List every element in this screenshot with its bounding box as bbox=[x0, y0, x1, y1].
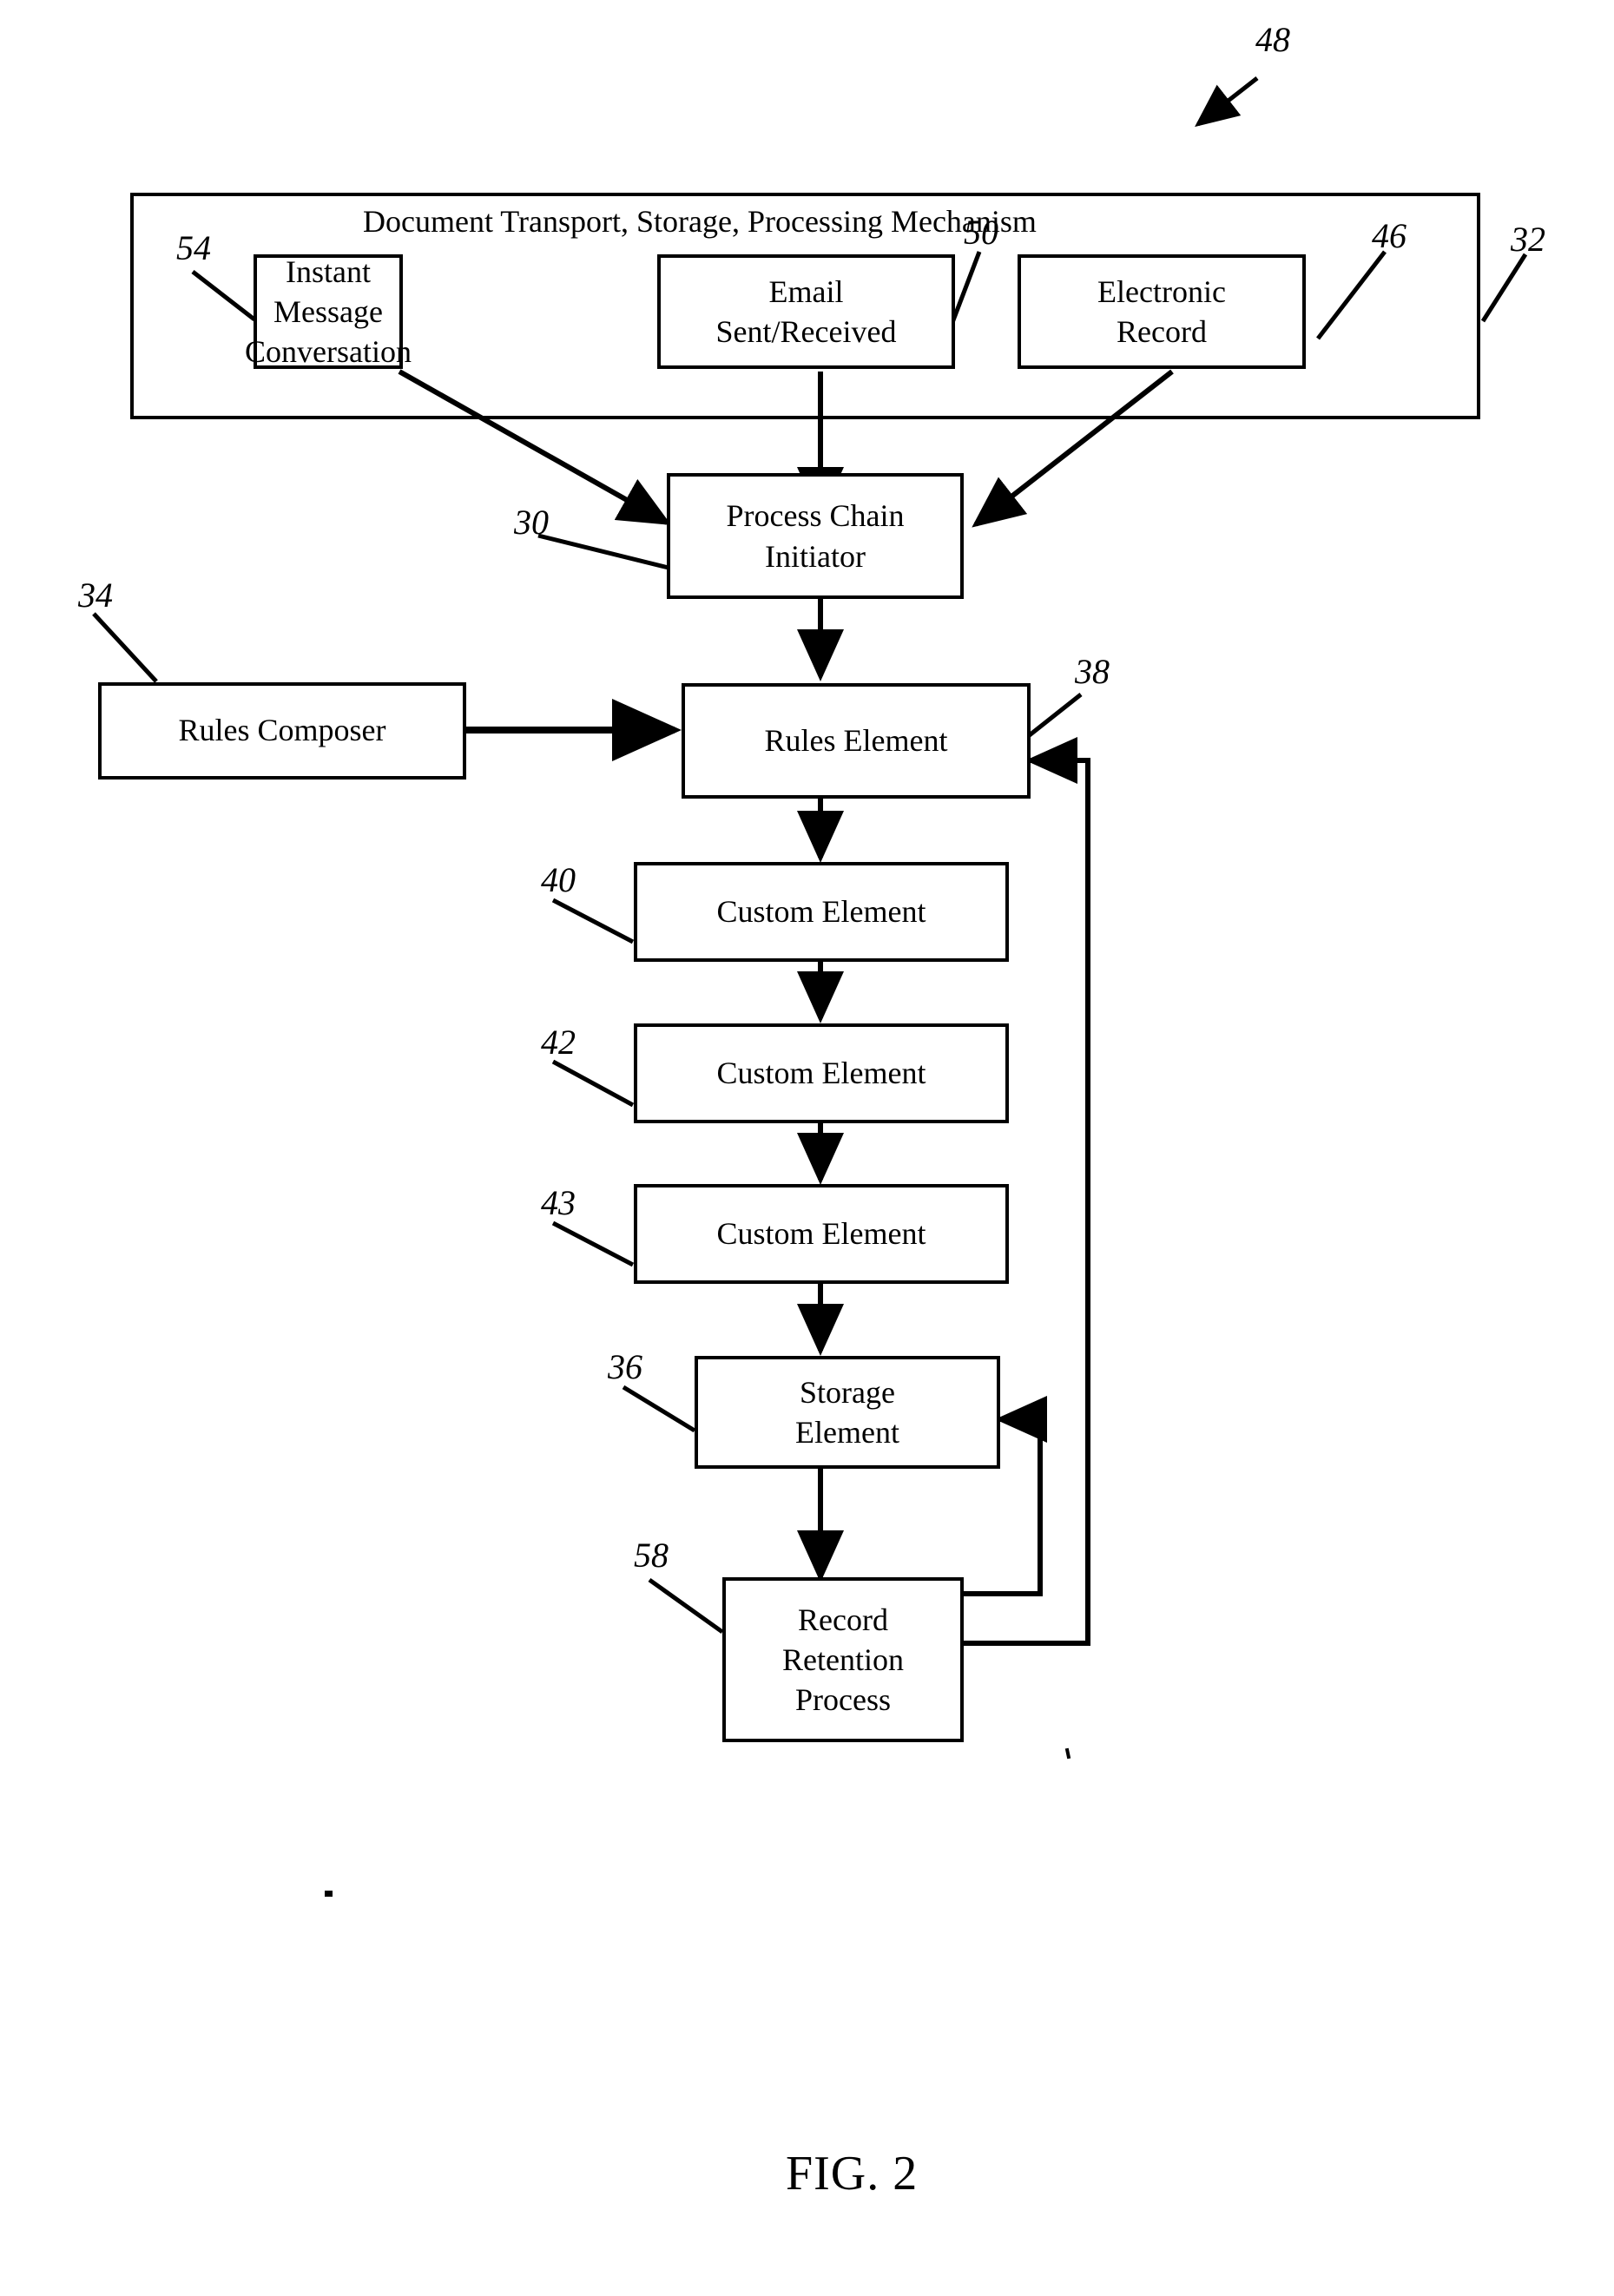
node-label-line2: Sent/Received bbox=[715, 314, 897, 349]
scan-speck-2 bbox=[325, 1891, 333, 1897]
leader-36 bbox=[622, 1385, 696, 1433]
leader-42 bbox=[551, 1059, 635, 1108]
leader-48 bbox=[1195, 76, 1259, 128]
node-label-line1: Process Chain bbox=[726, 498, 905, 534]
node-label-line2: Conversation bbox=[245, 334, 412, 370]
node-storage-element[interactable]: Storage Element bbox=[695, 1356, 1000, 1469]
ref-43: 43 bbox=[541, 1183, 576, 1222]
container-title: Document Transport, Storage, Processing … bbox=[363, 204, 1037, 239]
node-email-sent-received[interactable]: Email Sent/Received bbox=[657, 254, 955, 369]
node-label-line2: Initiator bbox=[765, 538, 866, 574]
node-label-line2: Element bbox=[795, 1415, 899, 1450]
ref-42: 42 bbox=[541, 1023, 576, 1062]
ref-48: 48 bbox=[1255, 20, 1290, 59]
node-label-line1: Electronic bbox=[1097, 273, 1226, 309]
node-process-chain-initiator[interactable]: Process Chain Initiator bbox=[667, 473, 964, 599]
node-label: Rules Composer bbox=[178, 713, 386, 748]
node-label-line1: Record bbox=[798, 1602, 888, 1637]
node-label-line1: Instant Message bbox=[273, 253, 383, 329]
figure-label: FIG. 2 bbox=[786, 2147, 919, 2201]
leader-34 bbox=[92, 612, 158, 683]
node-label-line2: Retention bbox=[782, 1641, 904, 1677]
node-label-line1: Email bbox=[768, 273, 844, 309]
node-rules-composer[interactable]: Rules Composer bbox=[98, 682, 466, 780]
node-label: Custom Element bbox=[716, 1055, 926, 1090]
leader-32 bbox=[1480, 253, 1528, 323]
node-rules-element[interactable]: Rules Element bbox=[682, 683, 1031, 799]
node-label-line3: Process bbox=[794, 1682, 891, 1718]
ref-34: 34 bbox=[78, 576, 113, 615]
node-custom-element-3[interactable]: Custom Element bbox=[634, 1184, 1009, 1284]
ref-50: 50 bbox=[964, 213, 998, 252]
leader-58 bbox=[648, 1577, 724, 1635]
node-label: Rules Element bbox=[764, 722, 948, 758]
ref-54: 54 bbox=[176, 228, 211, 267]
node-label: Custom Element bbox=[716, 893, 926, 929]
node-record-retention-process[interactable]: Record Retention Process bbox=[722, 1577, 964, 1742]
node-label-line1: Storage bbox=[800, 1374, 895, 1410]
ref-36: 36 bbox=[608, 1347, 642, 1386]
ref-30: 30 bbox=[514, 503, 549, 542]
ref-46: 46 bbox=[1372, 216, 1406, 255]
node-custom-element-1[interactable]: Custom Element bbox=[634, 862, 1009, 962]
node-label: Custom Element bbox=[716, 1215, 926, 1251]
node-electronic-record[interactable]: Electronic Record bbox=[1018, 254, 1306, 369]
node-instant-message-conversation[interactable]: Instant Message Conversation bbox=[245, 254, 412, 369]
leader-40 bbox=[551, 898, 635, 944]
node-custom-element-2[interactable]: Custom Element bbox=[634, 1023, 1009, 1123]
ref-38: 38 bbox=[1075, 652, 1110, 691]
leader-43 bbox=[551, 1220, 635, 1267]
patent-figure-page: 48 Document Transport, Storage, Processi… bbox=[0, 0, 1614, 2296]
leader-30 bbox=[537, 533, 669, 570]
ref-32: 32 bbox=[1511, 220, 1545, 259]
node-label-line2: Record bbox=[1117, 314, 1207, 349]
ref-58: 58 bbox=[634, 1536, 669, 1575]
ref-40: 40 bbox=[541, 860, 576, 899]
